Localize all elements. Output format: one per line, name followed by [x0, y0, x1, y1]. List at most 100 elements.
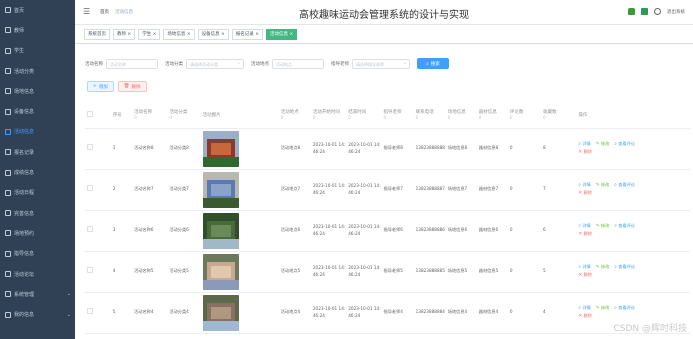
detail-button[interactable]: ⌕ 详情: [578, 182, 590, 189]
view-comments-button[interactable]: ⌕ 查看评论: [614, 141, 635, 148]
sidebar-item[interactable]: 设备信息: [0, 101, 75, 121]
column-header[interactable]: 器材信息 0: [476, 102, 508, 129]
sidebar-item[interactable]: 活动分类: [0, 61, 75, 81]
row-checkbox[interactable]: [87, 226, 93, 233]
activity-photo[interactable]: [202, 130, 239, 167]
edit-button[interactable]: ✎ 修改: [596, 305, 610, 312]
row-checkbox[interactable]: [87, 144, 93, 151]
column-header[interactable]: 结束时间 0: [346, 102, 382, 129]
search-button[interactable]: ⌕ 搜索: [417, 58, 449, 69]
close-icon[interactable]: ×: [220, 32, 225, 37]
row-delete-button[interactable]: ✕ 删除: [578, 190, 592, 197]
row-delete-button[interactable]: ✕ 删除: [578, 231, 592, 238]
teacher-icon: [5, 27, 11, 34]
logout-link[interactable]: 退出系统: [667, 9, 685, 15]
column-header[interactable]: 活动名称 0: [132, 102, 168, 129]
sidebar-item[interactable]: 活动日程: [0, 183, 75, 203]
teacher-select[interactable]: 请选择指导老师: [352, 58, 410, 69]
detail-button[interactable]: ⌕ 详情: [578, 264, 590, 271]
sidebar-item[interactable]: 完善信息: [0, 203, 75, 223]
sidebar-item[interactable]: 首页: [0, 0, 75, 20]
view-comments-label: 查看评论: [618, 305, 636, 311]
row-delete-button[interactable]: ✕ 删除: [578, 149, 592, 156]
edit-button[interactable]: ✎ 修改: [596, 141, 610, 148]
tab-tag[interactable]: 设备信息 ×: [197, 28, 229, 40]
edit-button[interactable]: ✎ 修改: [596, 264, 610, 271]
info-icon: [5, 210, 11, 217]
tab-tag[interactable]: 教师 ×: [113, 28, 136, 40]
edit-button[interactable]: ✎ 修改: [596, 182, 610, 189]
cell-comments: 0: [507, 210, 542, 252]
column-header[interactable]: 联系电话 0: [413, 102, 446, 129]
operations-line: ✕ 删除: [578, 231, 690, 238]
sidebar-item[interactable]: 指导信息: [0, 244, 75, 264]
view-comments-button[interactable]: ⌕ 查看评论: [614, 264, 635, 271]
close-icon[interactable]: ×: [288, 32, 293, 37]
activity-photo[interactable]: [202, 294, 239, 331]
sidebar: 首页 教师 学生活动分类场地信息 设备信息 活动信息 报名记录 成绩信息 活动日程 完善信息 场地…: [0, 0, 75, 339]
tab-tag[interactable]: 系统首页: [84, 28, 110, 40]
cell-name: 活动名称5: [132, 251, 168, 293]
tab-tag[interactable]: 场地信息 ×: [163, 28, 195, 40]
category-select[interactable]: 请选择活动分类: [186, 58, 244, 69]
tab-tag[interactable]: 报名记录 ×: [231, 28, 264, 40]
detail-button[interactable]: ⌕ 详情: [578, 305, 590, 312]
activity-photo[interactable]: [202, 212, 239, 249]
tab-tag-label: 设备信息: [201, 31, 220, 37]
column-header[interactable]: 活动分类 0: [167, 102, 201, 129]
column-header[interactable]: 指导老师 0: [381, 102, 414, 129]
activity-photo[interactable]: [202, 171, 239, 208]
sidebar-item[interactable]: 场地预约: [0, 223, 75, 243]
row-checkbox[interactable]: [87, 185, 93, 192]
column-header[interactable]: 收藏数 0: [541, 102, 577, 129]
sidebar-item[interactable]: 我的信息 ⌄: [0, 304, 75, 324]
row-delete-button[interactable]: ✕ 删除: [578, 272, 592, 279]
select-all-checkbox[interactable]: [87, 110, 93, 117]
bell-icon[interactable]: [628, 8, 635, 15]
mail-icon[interactable]: [641, 8, 648, 15]
edit-button[interactable]: ✎ 修改: [596, 223, 610, 230]
column-header[interactable]: 活动地点 0: [278, 102, 311, 129]
sidebar-item[interactable]: 成绩信息: [0, 162, 75, 182]
tab-tag[interactable]: 活动信息 ×: [266, 28, 298, 40]
close-icon[interactable]: ×: [254, 32, 259, 37]
sidebar-item[interactable]: 教师: [0, 20, 75, 40]
cell-venue: 场地信息6: [445, 210, 477, 252]
close-icon[interactable]: ×: [151, 32, 157, 37]
view-comments-button[interactable]: ⌕ 查看评论: [614, 182, 635, 189]
tab-tag[interactable]: 学生 ×: [138, 28, 161, 40]
edit-label: 修改: [600, 305, 610, 311]
sidebar-item[interactable]: 系统管理 ⌄: [0, 284, 75, 304]
cell-phone: 13823888887: [413, 169, 446, 211]
sidebar-item[interactable]: 活动信息: [0, 122, 75, 142]
column-header[interactable]: 评论数 0: [507, 102, 542, 129]
view-comments-button[interactable]: ⌕ 查看评论: [614, 223, 635, 230]
column-header[interactable]: 活动图片: [200, 102, 279, 129]
sidebar-item-label: 指导信息: [14, 251, 35, 258]
activity-photo[interactable]: [202, 253, 239, 290]
row-delete-button[interactable]: ✕ 删除: [578, 313, 592, 320]
chevron-down-icon: ⌄: [66, 311, 71, 318]
cell-no: 2: [110, 169, 133, 211]
close-icon[interactable]: ×: [185, 32, 191, 37]
sidebar-item[interactable]: 场地信息: [0, 81, 75, 101]
name-input[interactable]: 活动名称: [106, 58, 158, 69]
place-input[interactable]: 活动地点: [272, 58, 324, 69]
column-header[interactable]: 场地信息 0: [445, 102, 477, 129]
column-header[interactable]: 活动开始时间 0: [310, 102, 347, 129]
sidebar-item[interactable]: 活动论坛: [0, 264, 75, 284]
add-button[interactable]: + 增加: [87, 81, 114, 92]
delete-button[interactable]: 🗑 删除: [117, 81, 147, 92]
sidebar-item[interactable]: 报名记录: [0, 142, 75, 162]
close-icon[interactable]: ×: [126, 32, 131, 37]
sidebar-item-label: 活动分类: [14, 68, 35, 75]
page-title: 高校趣味运动会管理系统的设计与实现: [299, 10, 469, 21]
detail-button[interactable]: ⌕ 详情: [578, 141, 590, 148]
row-checkbox[interactable]: [87, 267, 93, 274]
view-comments-button[interactable]: ⌕ 查看评论: [614, 305, 635, 312]
cell-start: 2023-10-01 14:46:24: [310, 210, 347, 252]
row-checkbox[interactable]: [87, 308, 93, 315]
detail-button[interactable]: ⌕ 详情: [578, 223, 590, 230]
logout-icon[interactable]: [654, 8, 661, 15]
sidebar-item[interactable]: 学生: [0, 41, 75, 61]
